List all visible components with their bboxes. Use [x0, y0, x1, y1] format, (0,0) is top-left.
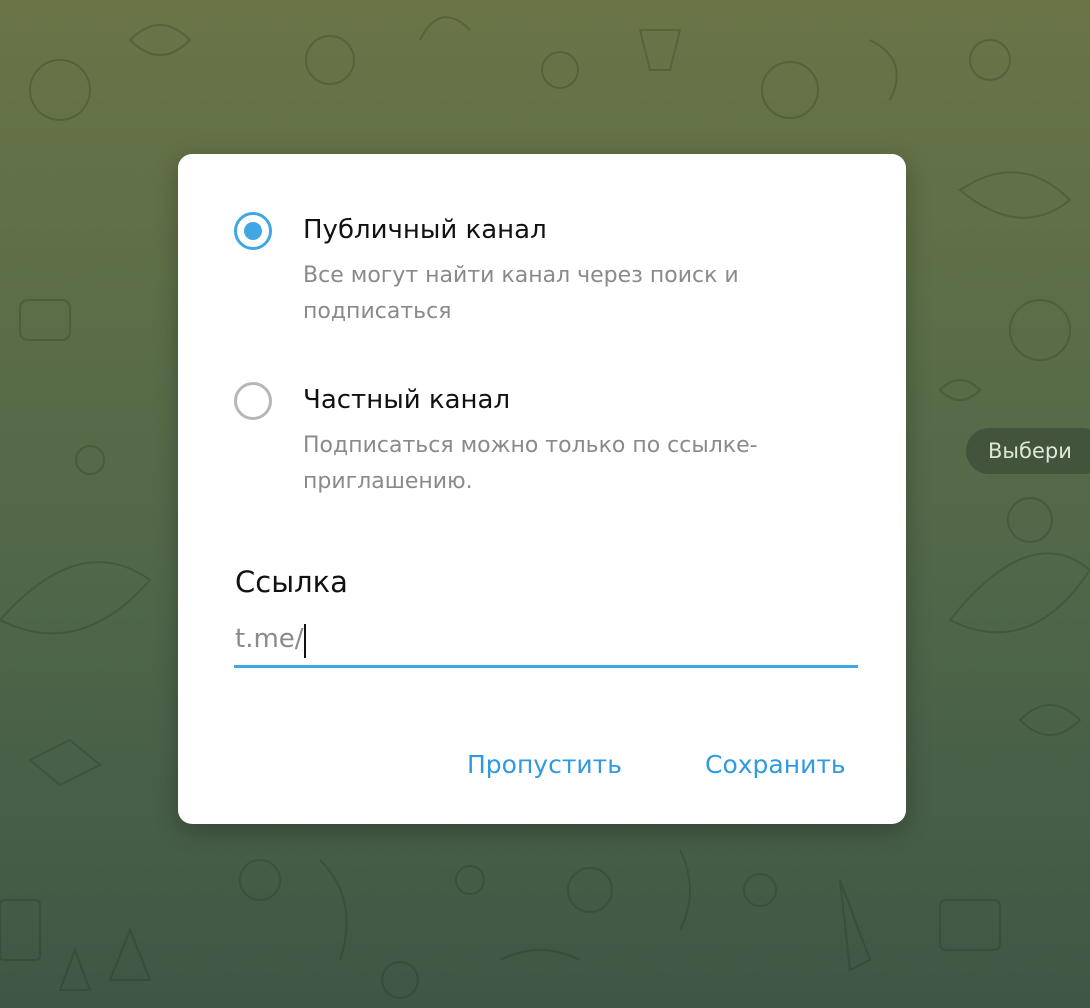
option-private-description: Подписаться можно только по ссылке-пригл…: [303, 433, 758, 494]
link-label: Ссылка: [235, 565, 348, 599]
option-private-title: Частный канал: [303, 385, 511, 415]
side-hint-pill: Выбери: [966, 428, 1090, 474]
link-input[interactable]: [310, 620, 854, 662]
save-button[interactable]: Сохранить: [705, 750, 846, 779]
radio-private-channel[interactable]: [234, 382, 272, 420]
link-field[interactable]: t.me/: [234, 616, 858, 668]
text-cursor: [304, 624, 306, 658]
skip-button[interactable]: Пропустить: [467, 750, 622, 779]
radio-public-channel[interactable]: [234, 212, 272, 250]
option-public-title: Публичный канал: [303, 215, 547, 245]
link-prefix: t.me/: [235, 624, 304, 654]
side-hint-text: Выбери: [988, 439, 1072, 463]
channel-type-dialog: Публичный канал Все могут найти канал че…: [178, 154, 906, 824]
radio-selected-dot: [244, 222, 262, 240]
option-public-description: Все могут найти канал через поиск и подп…: [303, 263, 739, 324]
